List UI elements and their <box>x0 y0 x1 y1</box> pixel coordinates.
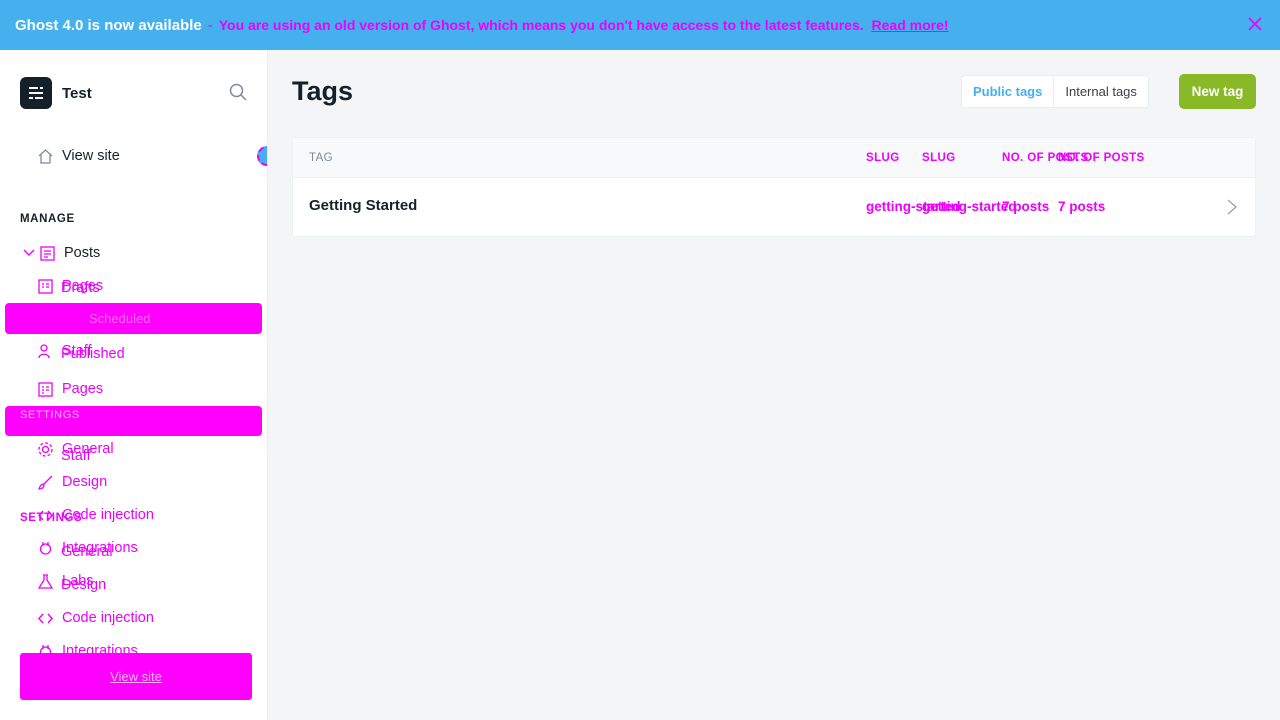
settings-section-label: SETTINGS <box>20 512 83 524</box>
settings-ghost-label: SETTINGS <box>20 409 80 421</box>
sidebar-item-scheduled[interactable]: Scheduled <box>5 303 262 334</box>
posts-icon <box>38 244 56 262</box>
sidebar-item-label: Posts <box>64 245 101 261</box>
sidebar-item-pages[interactable]: Pages <box>36 378 103 400</box>
chevron-right-icon <box>1227 199 1238 215</box>
sidebar-item-design[interactable]: Design <box>36 471 107 493</box>
home-icon <box>36 147 54 165</box>
banner-separator: - <box>207 16 213 34</box>
table-row[interactable]: Getting Started getting-started getting-… <box>293 178 1255 237</box>
table-header: TAG SLUG SLUG NO. OF POSTS NO. OF POSTS <box>293 138 1255 178</box>
sidebar-item-label: Published <box>61 346 125 362</box>
column-header-posts-ghost: NO. OF POSTS <box>1058 152 1145 164</box>
sidebar-item-view-site[interactable]: View site <box>36 145 120 167</box>
upgrade-banner: Ghost 4.0 is now available - You are usi… <box>0 0 1280 50</box>
sidebar-item-label: General <box>61 544 113 560</box>
sidebar-item-label: Staff <box>61 448 91 464</box>
sidebar-item-label: Code injection <box>62 610 154 626</box>
settings-highlight: SETTINGS <box>5 406 262 436</box>
tag-type-toggle: Public tags Internal tags <box>961 75 1149 108</box>
sidebar-item-label: Drafts <box>61 280 100 296</box>
brush-icon <box>36 473 54 491</box>
tags-table: TAG SLUG SLUG NO. OF POSTS NO. OF POSTS … <box>292 137 1256 237</box>
sidebar-item-label: Design <box>61 577 107 593</box>
sidebar-item-drafts[interactable]: Drafts <box>61 277 100 299</box>
column-header-slug-ghost: SLUG <box>922 152 956 164</box>
site-name: Test <box>62 84 92 102</box>
banner-message: You are using an old version of Ghost, w… <box>219 17 949 33</box>
sidebar-item-label: Pages <box>62 381 104 397</box>
sidebar-item-staff[interactable]: Staff <box>61 445 91 467</box>
tag-name: Getting Started <box>309 197 418 214</box>
gear-icon <box>36 440 54 458</box>
tag-post-count-ghost: 7 posts <box>1058 199 1106 214</box>
sidebar-item-published[interactable]: Published <box>61 343 125 365</box>
sidebar-item-label: View site <box>62 148 120 164</box>
banner-message-text: You are using an old version of Ghost, w… <box>218 17 864 33</box>
main-content: Tags Public tags Internal tags New tag T… <box>268 50 1280 720</box>
page-title: Tags <box>292 76 354 106</box>
tab-public-tags[interactable]: Public tags <box>962 76 1055 107</box>
pages-icon <box>36 380 54 398</box>
sidebar-item-code-injection-2[interactable]: Code injection <box>36 607 154 629</box>
tab-internal-tags[interactable]: Internal tags <box>1054 76 1148 107</box>
sidebar: Test View site MANAGE Posts Pages Drafts… <box>0 50 268 720</box>
close-icon[interactable] <box>1246 15 1264 33</box>
code-icon <box>36 609 54 627</box>
sidebar-item-design-2[interactable]: Design <box>61 574 106 596</box>
staff-icon <box>36 342 54 360</box>
sidebar-item-label: Design <box>62 474 108 490</box>
chevron-down-icon[interactable] <box>20 244 38 262</box>
ghost-logo-icon <box>29 87 43 99</box>
sidebar-item-general-2[interactable]: General <box>61 541 113 563</box>
column-header-tag: TAG <box>309 152 333 164</box>
sidebar-item-label: Scheduled <box>89 311 151 326</box>
manage-section-label: MANAGE <box>20 213 75 225</box>
flask-icon <box>36 572 54 590</box>
sidebar-footer-link[interactable]: View site <box>20 653 252 700</box>
search-icon[interactable] <box>228 82 248 102</box>
new-tag-button[interactable]: New tag <box>1179 74 1256 109</box>
pages-icon <box>36 277 54 295</box>
integrations-icon <box>36 539 54 557</box>
site-brand[interactable]: Test <box>20 77 92 109</box>
column-header-slug: SLUG <box>866 152 900 164</box>
banner-title: Ghost 4.0 is now available <box>15 16 202 34</box>
site-logo <box>20 77 52 109</box>
update-indicator <box>257 146 267 166</box>
banner-read-more-link[interactable]: Read more! <box>872 17 949 33</box>
tag-post-count: 7 posts <box>1002 199 1050 214</box>
sidebar-item-posts[interactable]: Posts <box>20 242 100 264</box>
